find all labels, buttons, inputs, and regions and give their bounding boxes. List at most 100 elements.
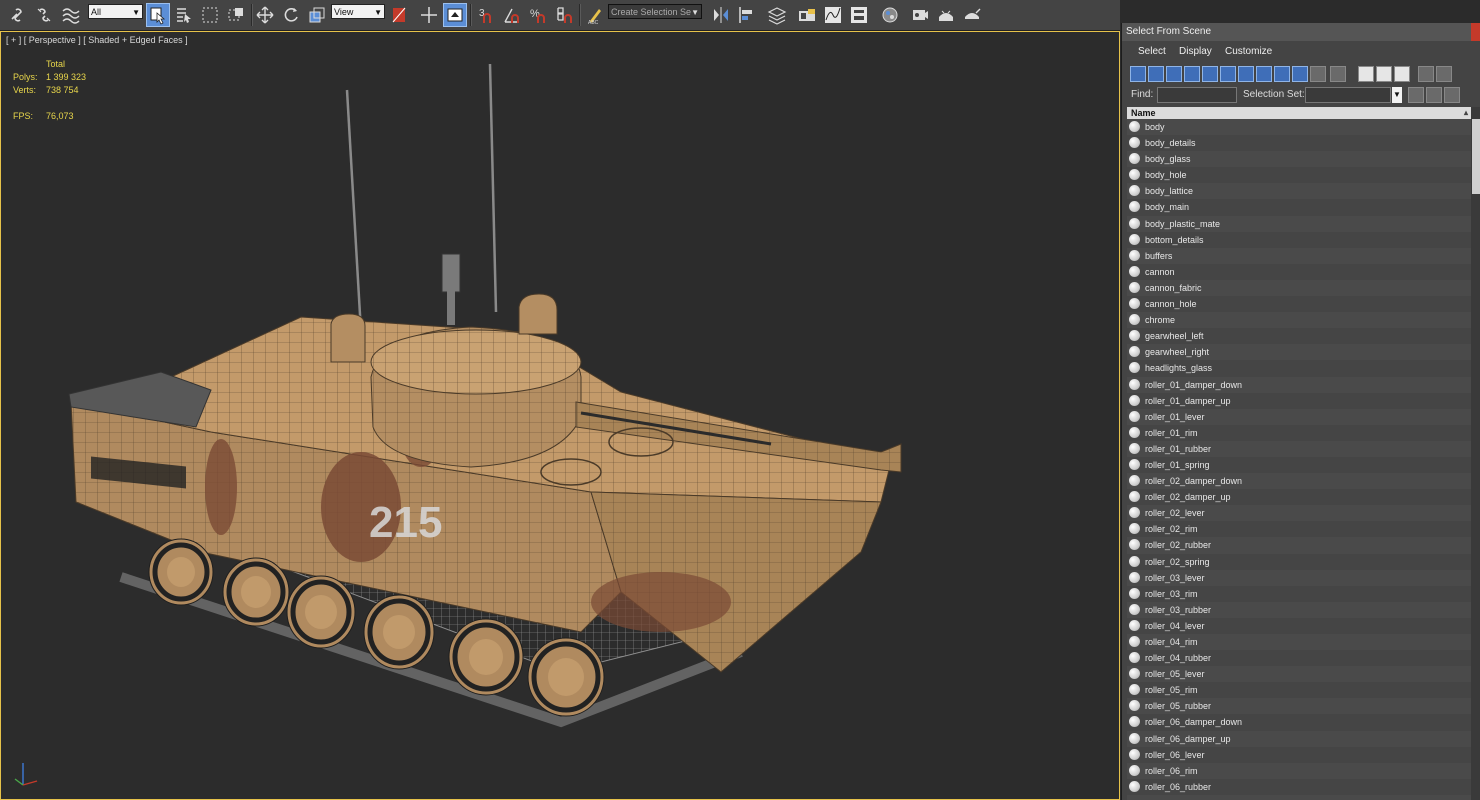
list-item[interactable]: roller_05_lever xyxy=(1127,666,1471,683)
create-selection-set-dropdown[interactable]: Create Selection Se ▼ xyxy=(608,4,702,19)
selection-set-input[interactable] xyxy=(1305,87,1391,103)
list-item[interactable]: roller_02_lever xyxy=(1127,505,1471,522)
list-item[interactable]: roller_02_damper_up xyxy=(1127,489,1471,506)
display-containers-icon[interactable] xyxy=(1292,66,1308,82)
list-item[interactable]: roller_04_rubber xyxy=(1127,650,1471,667)
window-crossing-icon[interactable] xyxy=(224,3,248,27)
reference-coordinate-dropdown[interactable]: View ▼ xyxy=(331,4,385,19)
list-item[interactable]: body_details xyxy=(1127,135,1471,152)
menu-select[interactable]: Select xyxy=(1138,46,1166,57)
perspective-viewport[interactable]: [ + ] [ Perspective ] [ Shaded + Edged F… xyxy=(0,31,1120,800)
list-item[interactable]: roller_05_rim xyxy=(1127,682,1471,699)
select-invert-icon[interactable] xyxy=(1394,66,1410,82)
selection-filter-dropdown[interactable]: All ▼ xyxy=(88,4,143,19)
menu-display[interactable]: Display xyxy=(1179,46,1212,57)
list-item[interactable]: roller_02_rim xyxy=(1127,521,1471,538)
edit-selection-set-icon[interactable] xyxy=(1408,87,1424,103)
layer-manager-icon[interactable] xyxy=(765,3,789,27)
angle-snap-icon[interactable] xyxy=(500,3,524,27)
mirror-icon[interactable] xyxy=(709,3,733,27)
unlink-icon[interactable] xyxy=(32,3,56,27)
align-icon[interactable] xyxy=(735,3,759,27)
menu-customize[interactable]: Customize xyxy=(1225,46,1272,57)
bind-spacewarp-icon[interactable] xyxy=(58,3,82,27)
display-cameras-icon[interactable] xyxy=(1184,66,1200,82)
list-item[interactable]: roller_02_damper_down xyxy=(1127,473,1471,490)
display-spacewarps-icon[interactable] xyxy=(1220,66,1236,82)
edit-named-sets-icon[interactable]: ABC xyxy=(583,3,607,27)
list-item[interactable]: roller_02_spring xyxy=(1127,553,1471,570)
keyboard-shortcut-icon[interactable] xyxy=(443,3,467,27)
pivot-icon[interactable] xyxy=(388,3,412,27)
render-icon[interactable] xyxy=(960,3,984,27)
material-editor-icon[interactable] xyxy=(878,3,902,27)
list-item[interactable]: chrome xyxy=(1127,312,1471,329)
list-item[interactable]: roller_02_rubber xyxy=(1127,537,1471,554)
list-item[interactable]: body_main xyxy=(1127,199,1471,216)
list-item[interactable]: roller_06_rubber xyxy=(1127,778,1471,795)
snap-3d-icon[interactable]: 3 xyxy=(474,3,498,27)
chevron-down-icon[interactable]: ▼ xyxy=(1392,87,1402,103)
filter-options-icon[interactable] xyxy=(1436,66,1452,82)
display-bones-icon[interactable] xyxy=(1274,66,1290,82)
list-item[interactable]: roller_01_lever xyxy=(1127,408,1471,425)
scale-icon[interactable] xyxy=(305,3,329,27)
select-by-name-icon[interactable] xyxy=(172,3,196,27)
list-item[interactable]: buffers xyxy=(1127,247,1471,264)
select-none-icon[interactable] xyxy=(1376,66,1392,82)
add-selection-set-icon[interactable] xyxy=(1426,87,1442,103)
list-item[interactable]: gearwheel_left xyxy=(1127,328,1471,345)
list-item[interactable]: cannon_fabric xyxy=(1127,279,1471,297)
list-item[interactable]: body_hole xyxy=(1127,167,1471,184)
list-item[interactable]: body_plastic_mate xyxy=(1127,215,1471,232)
list-item[interactable]: cannon xyxy=(1127,263,1471,280)
display-shapes-icon[interactable] xyxy=(1148,66,1164,82)
list-item[interactable]: body_lattice xyxy=(1127,183,1471,200)
list-item[interactable]: roller_01_damper_down xyxy=(1127,376,1471,393)
select-object-icon[interactable] xyxy=(146,3,170,27)
display-geometry-icon[interactable] xyxy=(1130,66,1146,82)
list-item[interactable]: roller_06_damper_up xyxy=(1127,730,1471,747)
list-item[interactable]: roller_04_rim xyxy=(1127,634,1471,651)
find-input[interactable] xyxy=(1157,87,1237,103)
rect-region-icon[interactable] xyxy=(198,3,222,27)
link-icon[interactable] xyxy=(6,3,30,27)
schematic-view-icon[interactable] xyxy=(847,3,871,27)
display-none-icon[interactable] xyxy=(1330,66,1346,82)
curve-editor-icon[interactable] xyxy=(821,3,845,27)
display-all-icon[interactable] xyxy=(1310,66,1326,82)
graphite-ribbon-icon[interactable] xyxy=(795,3,819,27)
rendered-frame-icon[interactable] xyxy=(934,3,958,27)
list-item[interactable]: roller_06_damper_down xyxy=(1127,714,1471,731)
remove-selection-set-icon[interactable] xyxy=(1444,87,1460,103)
list-item[interactable]: headlights_glass xyxy=(1127,360,1471,377)
render-setup-icon[interactable] xyxy=(908,3,932,27)
column-header-name[interactable]: Name ▴ xyxy=(1127,107,1471,119)
select-manipulate-icon[interactable] xyxy=(417,3,441,27)
list-item[interactable]: bottom_details xyxy=(1127,231,1471,248)
percent-snap-icon[interactable]: % xyxy=(526,3,550,27)
list-item[interactable]: roller_03_rim xyxy=(1127,585,1471,602)
move-icon[interactable] xyxy=(253,3,277,27)
filter-icon[interactable] xyxy=(1418,66,1434,82)
list-item[interactable]: roller_03_rubber xyxy=(1127,601,1471,618)
list-item[interactable]: roller_01_damper_up xyxy=(1127,392,1471,409)
object-list-scrollbar[interactable] xyxy=(1471,107,1480,800)
list-item[interactable]: roller_03_lever xyxy=(1127,569,1471,586)
rotate-icon[interactable] xyxy=(279,3,303,27)
list-item[interactable]: roller_06_lever xyxy=(1127,746,1471,763)
list-item[interactable]: roller_01_rim xyxy=(1127,424,1471,441)
tank-model[interactable]: 215 xyxy=(1,32,1119,799)
list-item[interactable]: roller_05_rubber xyxy=(1127,698,1471,715)
select-all-icon[interactable] xyxy=(1358,66,1374,82)
display-groups-icon[interactable] xyxy=(1238,66,1254,82)
scrollbar-thumb[interactable] xyxy=(1472,119,1480,194)
display-helpers-icon[interactable] xyxy=(1202,66,1218,82)
close-icon[interactable] xyxy=(1471,23,1480,41)
list-item[interactable]: body_glass xyxy=(1127,151,1471,168)
list-item[interactable]: roller_06_rim xyxy=(1127,762,1471,779)
display-lights-icon[interactable] xyxy=(1166,66,1182,82)
list-item[interactable]: cannon_hole xyxy=(1127,296,1471,313)
display-xrefs-icon[interactable] xyxy=(1256,66,1272,82)
list-item[interactable]: body xyxy=(1127,119,1471,136)
